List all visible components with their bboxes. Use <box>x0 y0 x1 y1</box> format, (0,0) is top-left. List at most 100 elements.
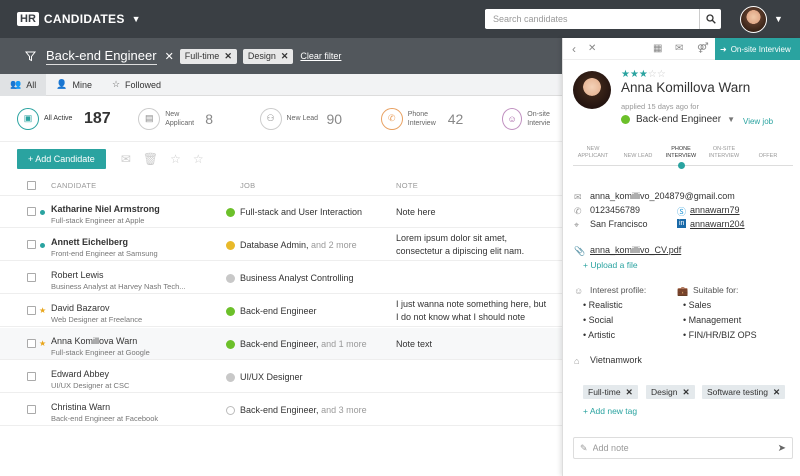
candidate-subtitle: Back-end Engineer at Facebook <box>51 414 159 423</box>
pipeline-stage[interactable]: ON-SITE INTERVIEW <box>704 146 744 160</box>
candidate-name[interactable]: Annett Eichelberg <box>51 237 128 248</box>
close-icon[interactable]: ✕ <box>626 387 633 398</box>
column-note[interactable]: NOTE <box>396 181 418 190</box>
chevron-left-icon[interactable]: ‹ <box>572 42 576 56</box>
cv-file-link[interactable]: anna_komillivo_CV.pdf <box>590 245 681 255</box>
move-stage-button[interactable]: ➜ On-site Interview <box>715 38 800 60</box>
filter-title[interactable]: Back-end Engineer <box>46 48 157 65</box>
table-row[interactable]: Robert Lewis Business Analyst at Harvey N… <box>0 262 562 294</box>
add-candidate-button[interactable]: + Add Candidate <box>17 149 106 169</box>
row-checkbox[interactable] <box>27 405 36 414</box>
close-icon[interactable]: ✕ <box>281 51 289 62</box>
pipeline-stage[interactable]: PHONE INTERVIEW <box>661 146 701 160</box>
app-title[interactable]: CANDIDATES <box>44 12 125 26</box>
tag-chip[interactable]: Design ✕ <box>646 385 695 399</box>
row-checkbox[interactable] <box>27 207 36 216</box>
candidate-name[interactable]: Edward Abbey <box>51 369 109 380</box>
edit-icon: ✎ <box>580 442 588 453</box>
close-icon[interactable]: ✕ <box>224 51 232 62</box>
stage-new-applicant[interactable]: ▤ New Applicant 8 <box>138 107 242 130</box>
close-icon[interactable]: ✕ <box>165 50 174 63</box>
candidate-name[interactable]: Robert Lewis <box>51 270 104 281</box>
row-checkbox[interactable] <box>27 273 36 282</box>
note-text: Note here <box>396 207 436 217</box>
chevron-down-icon[interactable]: ▼ <box>132 14 141 24</box>
panel-header: ‹ ✕ ▦ ✉ ⚤ ➜ On-site Interview <box>563 38 800 60</box>
close-icon[interactable]: ✕ <box>588 43 596 54</box>
upload-file-link[interactable]: + Upload a file <box>583 260 638 270</box>
assign-user-icon[interactable]: ⚤ <box>697 43 709 54</box>
row-checkbox[interactable] <box>27 240 36 249</box>
pipeline-current-dot <box>678 162 685 169</box>
job-status-dot <box>226 241 235 250</box>
chevron-down-icon[interactable]: ▼ <box>774 14 783 24</box>
tag-chip[interactable]: Software testing ✕ <box>702 385 786 399</box>
phone-icon: ✆ <box>574 206 582 216</box>
table-row[interactable]: ★ Anna Komillova Warn Full-stack Engineer … <box>0 328 562 360</box>
star-icon[interactable]: ★ <box>39 306 46 315</box>
app-logo[interactable]: HR <box>17 12 39 26</box>
tab-all[interactable]: 👥 All <box>0 73 47 96</box>
mail-icon[interactable]: ✉ <box>121 152 131 166</box>
close-icon[interactable]: ✕ <box>773 387 780 398</box>
row-checkbox[interactable] <box>27 339 36 348</box>
phone-text[interactable]: 0123456789 <box>590 205 640 215</box>
table-row[interactable]: Edward Abbey UI/UX Designer at CSC UI/UX D… <box>0 361 562 393</box>
view-job-link[interactable]: View job <box>743 117 773 126</box>
row-checkbox[interactable] <box>27 372 36 381</box>
star-icon[interactable]: ☆ <box>170 152 181 166</box>
table-row[interactable]: ★ David Bazarov Web Designer at Freelance B… <box>0 295 562 327</box>
skype-link[interactable]: annawarn79 <box>690 205 740 215</box>
tab-followed[interactable]: ☆ Followed <box>102 74 171 96</box>
toolbar: + Add Candidate ✉ 🗑 ☆ ☆ <box>0 142 562 176</box>
stage-onsite-interview[interactable]: ☺ On-site Intervie <box>502 107 562 130</box>
candidate-name[interactable]: Katharine Niel Armstrong <box>51 204 160 215</box>
stage-phone-interview[interactable]: ✆ Phone Interview 42 <box>380 107 485 130</box>
interest-profile-title: Interest profile: <box>590 285 647 295</box>
pipeline-stage[interactable]: NEW LEAD <box>618 146 658 160</box>
filter-chip[interactable]: Full-time ✕ <box>179 48 237 64</box>
calendar-icon[interactable]: ▦ <box>653 43 662 54</box>
tab-mine[interactable]: 👤 Mine <box>46 74 102 96</box>
search-button[interactable] <box>699 9 721 29</box>
candidate-avatar <box>573 71 611 109</box>
search-input[interactable] <box>485 10 699 28</box>
select-all-checkbox[interactable] <box>27 181 36 190</box>
star-icon[interactable]: ☆ <box>193 152 204 166</box>
job-status-dot <box>226 274 235 283</box>
location-icon: ⌖ <box>574 220 580 230</box>
column-job[interactable]: JOB <box>240 181 256 190</box>
star-icon[interactable]: ★ <box>39 339 46 348</box>
mail-icon[interactable]: ✉ <box>675 43 683 54</box>
filter-icon[interactable] <box>25 51 36 62</box>
clear-filter-link[interactable]: Clear filter <box>300 51 341 61</box>
pipeline-stage[interactable]: OFFER <box>748 146 788 160</box>
add-note-input[interactable] <box>587 443 778 453</box>
user-icon: 👤 <box>56 79 68 89</box>
candidate-name[interactable]: David Bazarov <box>51 303 110 314</box>
user-avatar[interactable] <box>740 6 767 33</box>
table-row[interactable]: Katharine Niel Armstrong Full-stack Engin… <box>0 196 562 228</box>
table-row[interactable]: Annett Eichelberg Front-end Engineer at S… <box>0 229 562 261</box>
linkedin-link[interactable]: annawarn204 <box>690 219 745 229</box>
trash-icon[interactable]: 🗑 <box>143 152 158 166</box>
column-candidate[interactable]: CANDIDATE <box>51 181 96 190</box>
tag-chip[interactable]: Full-time ✕ <box>583 385 638 399</box>
source-text: Vietnamwork <box>590 355 642 365</box>
candidate-name[interactable]: Christina Warn <box>51 402 110 413</box>
row-checkbox[interactable] <box>27 306 36 315</box>
candidate-name[interactable]: Anna Komillova Warn <box>51 336 137 347</box>
email-text[interactable]: anna_komillivo_204879@gmail.com <box>590 191 735 201</box>
add-tag-link[interactable]: + Add new tag <box>583 406 637 416</box>
city-text: San Francisco <box>590 219 648 229</box>
rating-stars[interactable]: ★★★☆☆ <box>621 69 666 80</box>
close-icon[interactable]: ✕ <box>682 387 689 398</box>
stage-new-lead[interactable]: ⚇ New Lead 90 <box>259 107 364 130</box>
search-icon <box>705 14 716 24</box>
send-icon[interactable]: ➤ <box>778 443 786 454</box>
table-row[interactable]: Christina Warn Back-end Engineer at Faceb… <box>0 394 562 426</box>
job-selector[interactable]: Back-end Engineer ▼ <box>621 114 735 125</box>
pipeline-stage[interactable]: NEW APPLICANT <box>573 146 613 160</box>
stage-all-active[interactable]: ▣ All Active 187 <box>17 107 121 130</box>
filter-chip[interactable]: Design ✕ <box>242 48 294 64</box>
